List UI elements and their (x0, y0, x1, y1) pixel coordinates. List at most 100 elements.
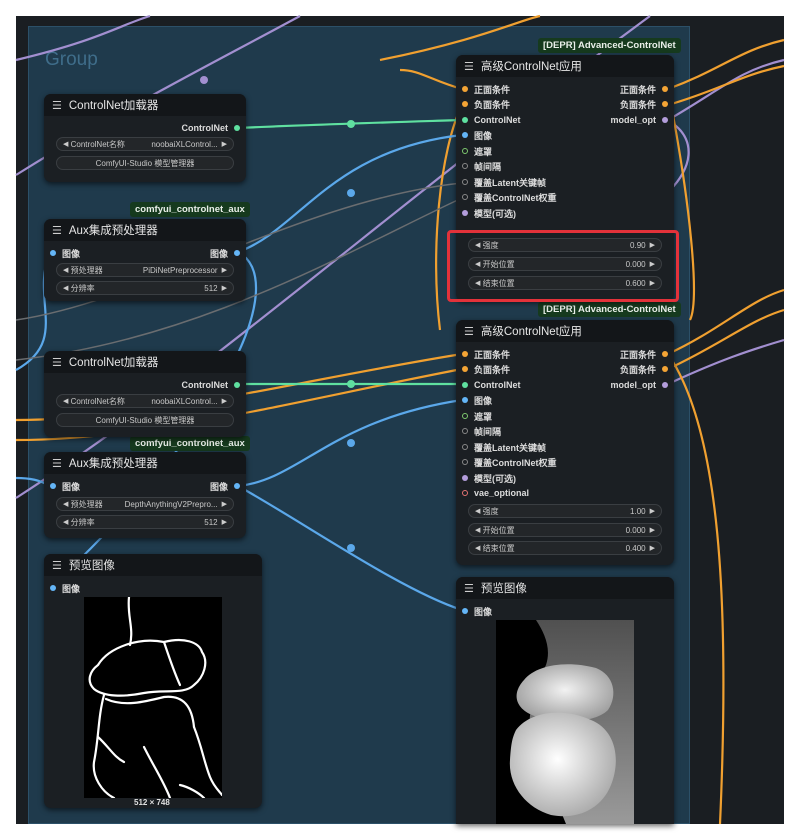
output-socket-icon[interactable] (662, 86, 668, 92)
output-socket-icon[interactable] (662, 117, 668, 123)
input-socket-icon[interactable] (462, 444, 468, 450)
arrow-right-icon[interactable]: ▶ (222, 397, 227, 405)
input-socket-icon[interactable] (462, 148, 468, 154)
menu-icon[interactable]: ☰ (52, 559, 62, 572)
controlnet-name-select[interactable]: ◀ ControlNet名称 noobaiXLControl... ▶ (56, 394, 234, 408)
menu-icon[interactable]: ☰ (52, 224, 62, 237)
model-manager-button[interactable]: ComfyUI-Studio 模型管理器 (56, 156, 234, 170)
start-percent-number[interactable]: ◀ 开始位置 0.000 ▶ (468, 523, 662, 537)
input-controlnet[interactable]: ControlNet (462, 113, 521, 127)
input-timestep-keyframe[interactable]: 帧间隔 (462, 159, 501, 173)
input-socket-icon[interactable] (462, 459, 468, 465)
node-header[interactable]: ☰ 预览图像 (44, 554, 262, 576)
output-socket-icon[interactable] (234, 382, 240, 388)
input-socket-icon[interactable] (462, 351, 468, 357)
arrow-right-icon[interactable]: ▶ (650, 507, 655, 515)
input-mask[interactable]: 遮罩 (462, 409, 492, 423)
preprocessor-select[interactable]: ◀ 预处理器 PiDiNetPreprocessor ▶ (56, 263, 234, 277)
input-image[interactable]: 图像 (50, 479, 80, 493)
output-socket-icon[interactable] (234, 125, 240, 131)
menu-icon[interactable]: ☰ (52, 99, 62, 112)
resolution-number[interactable]: ◀ 分辨率 512 ▶ (56, 515, 234, 529)
input-image[interactable]: 图像 (50, 246, 80, 260)
input-image[interactable]: 图像 (462, 393, 492, 407)
arrow-left-icon[interactable]: ◀ (63, 284, 68, 292)
node-header[interactable]: ☰ Aux集成预处理器 (44, 452, 246, 474)
node-header[interactable]: ☰ ControlNet加载器 (44, 351, 246, 373)
input-socket-icon[interactable] (462, 608, 468, 614)
input-image[interactable]: 图像 (462, 128, 492, 142)
input-socket-icon[interactable] (462, 490, 468, 496)
output-image[interactable]: 图像 (210, 479, 240, 493)
output-controlnet[interactable]: ControlNet (182, 378, 240, 392)
arrow-left-icon[interactable]: ◀ (63, 266, 68, 274)
input-model-optional[interactable]: 模型(可选) (462, 471, 516, 485)
arrow-right-icon[interactable]: ▶ (650, 526, 655, 534)
menu-icon[interactable]: ☰ (464, 325, 474, 338)
input-socket-icon[interactable] (462, 132, 468, 138)
input-weights-override[interactable]: 覆盖ControlNet权重 (462, 190, 557, 204)
input-socket-icon[interactable] (462, 210, 468, 216)
arrow-left-icon[interactable]: ◀ (63, 397, 68, 405)
depth-preview-image[interactable] (496, 620, 634, 824)
arrow-left-icon[interactable]: ◀ (63, 518, 68, 526)
input-socket-icon[interactable] (462, 194, 468, 200)
output-negative[interactable]: 负面条件 (620, 97, 668, 111)
output-socket-icon[interactable] (662, 351, 668, 357)
input-negative[interactable]: 负面条件 (462, 97, 510, 111)
input-socket-icon[interactable] (50, 250, 56, 256)
model-manager-button[interactable]: ComfyUI-Studio 模型管理器 (56, 413, 234, 427)
output-model-opt[interactable]: model_opt (610, 113, 668, 127)
output-socket-icon[interactable] (234, 250, 240, 256)
input-socket-icon[interactable] (462, 382, 468, 388)
input-socket-icon[interactable] (462, 428, 468, 434)
output-positive[interactable]: 正面条件 (620, 82, 668, 96)
output-negative[interactable]: 负面条件 (620, 362, 668, 376)
input-positive[interactable]: 正面条件 (462, 82, 510, 96)
controlnet-name-select[interactable]: ◀ ControlNet名称 noobaiXLControl... ▶ (56, 137, 234, 151)
advanced-controlnet-node-2[interactable]: ☰ 高级ControlNet应用 正面条件 负面条件 ControlNet 图像 … (456, 320, 674, 565)
input-socket-icon[interactable] (50, 483, 56, 489)
input-socket-icon[interactable] (462, 179, 468, 185)
input-controlnet[interactable]: ControlNet (462, 378, 521, 392)
input-image[interactable]: 图像 (50, 581, 80, 595)
input-latent-keyframe[interactable]: 覆盖Latent关键帧 (462, 440, 546, 454)
output-controlnet[interactable]: ControlNet (182, 121, 240, 135)
arrow-left-icon[interactable]: ◀ (475, 507, 480, 515)
input-vae-optional[interactable]: vae_optional (462, 486, 529, 500)
arrow-left-icon[interactable]: ◀ (475, 526, 480, 534)
node-header[interactable]: ☰ Aux集成预处理器 (44, 219, 246, 241)
end-percent-number[interactable]: ◀ 结束位置 0.400 ▶ (468, 541, 662, 555)
arrow-right-icon[interactable]: ▶ (222, 518, 227, 526)
output-socket-icon[interactable] (662, 101, 668, 107)
input-weights-override[interactable]: 覆盖ControlNet权重 (462, 455, 557, 469)
input-socket-icon[interactable] (462, 475, 468, 481)
menu-icon[interactable]: ☰ (52, 457, 62, 470)
input-negative[interactable]: 负面条件 (462, 362, 510, 376)
node-header[interactable]: ☰ 高级ControlNet应用 (456, 320, 674, 342)
menu-icon[interactable]: ☰ (464, 582, 474, 595)
controlnet-loader-node-1[interactable]: ☰ ControlNet加载器 ControlNet ◀ ControlNet名称… (44, 94, 246, 182)
input-socket-icon[interactable] (50, 585, 56, 591)
strength-number[interactable]: ◀ 强度 1.00 ▶ (468, 504, 662, 518)
menu-icon[interactable]: ☰ (52, 356, 62, 369)
input-model-optional[interactable]: 模型(可选) (462, 206, 516, 220)
arrow-left-icon[interactable]: ◀ (63, 140, 68, 148)
node-header[interactable]: ☰ 高级ControlNet应用 (456, 55, 674, 77)
arrow-right-icon[interactable]: ▶ (222, 266, 227, 274)
preview-image-node-1[interactable]: ☰ 预览图像 图像 512 × 748 (44, 554, 262, 808)
preprocessor-select[interactable]: ◀ 预处理器 DepthAnythingV2Prepro... ▶ (56, 497, 234, 511)
input-image[interactable]: 图像 (462, 604, 492, 618)
input-socket-icon[interactable] (462, 163, 468, 169)
arrow-right-icon[interactable]: ▶ (650, 544, 655, 552)
output-socket-icon[interactable] (662, 382, 668, 388)
controlnet-loader-node-2[interactable]: ☰ ControlNet加载器 ControlNet ◀ ControlNet名称… (44, 351, 246, 437)
input-positive[interactable]: 正面条件 (462, 347, 510, 361)
input-latent-keyframe[interactable]: 覆盖Latent关键帧 (462, 175, 546, 189)
input-socket-icon[interactable] (462, 413, 468, 419)
menu-icon[interactable]: ☰ (464, 60, 474, 73)
aux-preprocessor-node-1[interactable]: ☰ Aux集成预处理器 图像 图像 ◀ 预处理器 PiDiNetPreprocess… (44, 219, 246, 301)
node-header[interactable]: ☰ ControlNet加载器 (44, 94, 246, 116)
output-socket-icon[interactable] (662, 366, 668, 372)
input-socket-icon[interactable] (462, 117, 468, 123)
